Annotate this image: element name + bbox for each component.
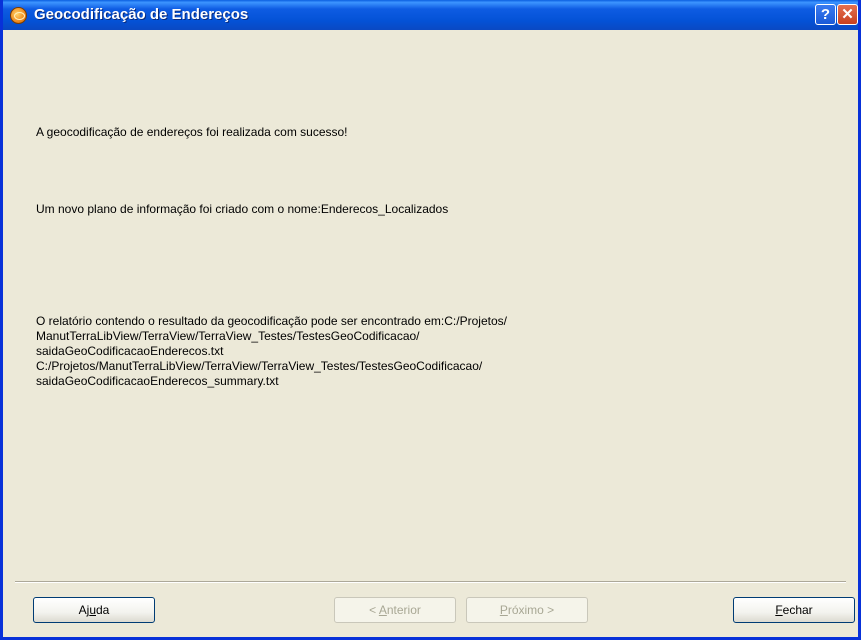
- title-bar[interactable]: Geocodificação de Endereços ? ✕: [3, 0, 858, 30]
- previous-button[interactable]: < Anterior: [334, 597, 456, 623]
- btn-label-post: da: [96, 603, 110, 617]
- next-button[interactable]: Próximo >: [466, 597, 588, 623]
- btn-label-key: A: [378, 603, 387, 617]
- report-line-2: ManutTerraLibView/TerraView/TerraView_Te…: [36, 329, 420, 343]
- btn-label-post: róximo >: [507, 603, 555, 617]
- divider: [15, 581, 846, 583]
- report-line-5: saidaGeoCodificacaoEnderecos_summary.txt: [36, 374, 279, 388]
- dialog-window: Geocodificação de Endereços ? ✕ A geocod…: [0, 0, 861, 640]
- globe-icon: [10, 7, 27, 24]
- help-dialog-button[interactable]: Ajuda: [33, 597, 155, 623]
- report-line-1: O relatório contendo o resultado da geoc…: [36, 314, 507, 328]
- report-line-4: C:/Projetos/ManutTerraLibView/TerraView/…: [36, 359, 483, 373]
- btn-label-pre: <: [369, 603, 379, 617]
- btn-label-pre: Aj: [78, 603, 90, 617]
- btn-label-key: u: [89, 603, 96, 617]
- window-title: Geocodificação de Endereços: [34, 6, 249, 23]
- btn-label-key: P: [499, 603, 508, 617]
- close-dialog-button[interactable]: Fechar: [733, 597, 855, 623]
- report-line-3: saidaGeoCodificacaoEnderecos.txt: [36, 344, 224, 358]
- success-message: A geocodificação de endereços foi realiz…: [36, 125, 348, 139]
- help-button[interactable]: ?: [815, 4, 836, 25]
- btn-label-post: nterior: [386, 603, 421, 617]
- close-button[interactable]: ✕: [837, 4, 858, 25]
- layer-created-message: Um novo plano de informação foi criado c…: [36, 202, 449, 216]
- btn-label-post: echar: [782, 603, 813, 617]
- dialog-content: A geocodificação de endereços foi realiz…: [3, 30, 858, 637]
- btn-label-key: F: [775, 603, 783, 617]
